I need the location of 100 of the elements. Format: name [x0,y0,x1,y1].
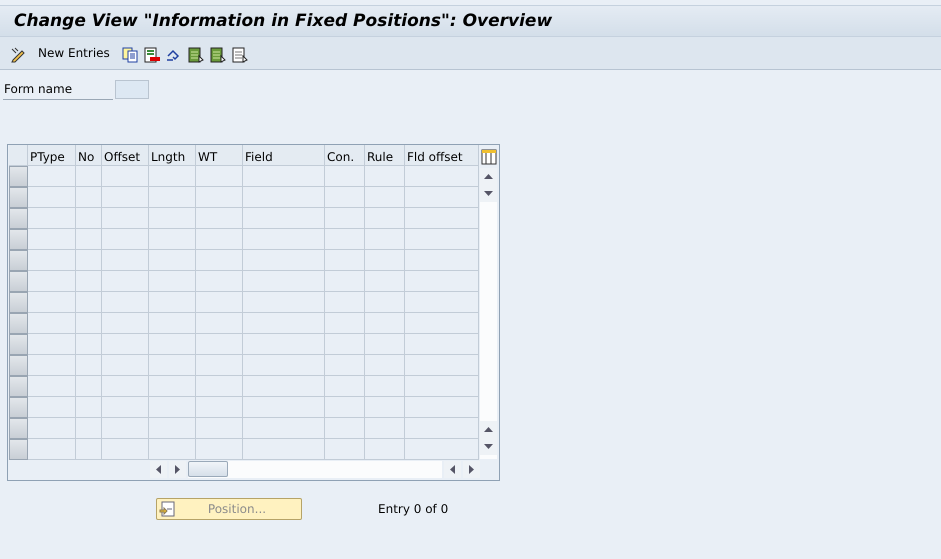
table-cell[interactable] [325,166,365,187]
row-selector[interactable] [9,292,28,313]
table-cell[interactable] [196,439,243,460]
table-cell[interactable] [76,397,102,418]
table-cell[interactable] [405,166,479,187]
table-cell[interactable] [196,376,243,397]
row-selector[interactable] [9,187,28,208]
table-cell[interactable] [365,418,405,439]
table-cell[interactable] [28,376,76,397]
table-cell[interactable] [243,355,325,376]
table-cell[interactable] [243,334,325,355]
row-selector[interactable] [9,250,28,271]
new-entries-button[interactable]: New Entries [38,44,110,62]
table-cell[interactable] [405,355,479,376]
scroll-up-icon[interactable] [480,168,497,185]
table-cell[interactable] [365,271,405,292]
table-cell[interactable] [28,355,76,376]
table-cell[interactable] [196,187,243,208]
table-cell[interactable] [28,229,76,250]
table-cell[interactable] [365,397,405,418]
table-cell[interactable] [405,271,479,292]
table-cell[interactable] [102,187,149,208]
table-cell[interactable] [405,187,479,208]
table-cell[interactable] [28,313,76,334]
table-cell[interactable] [243,397,325,418]
table-cell[interactable] [149,334,196,355]
deselect-all-icon[interactable] [232,45,248,61]
table-cell[interactable] [76,292,102,313]
table-cell[interactable] [405,250,479,271]
table-cell[interactable] [325,250,365,271]
table-cell[interactable] [365,355,405,376]
table-cell[interactable] [405,229,479,250]
table-cell[interactable] [102,313,149,334]
row-selector[interactable] [9,376,28,397]
table-cell[interactable] [28,418,76,439]
table-cell[interactable] [365,187,405,208]
scroll-up-icon[interactable] [480,421,497,438]
table-cell[interactable] [325,418,365,439]
table-cell[interactable] [325,439,365,460]
table-cell[interactable] [102,397,149,418]
table-cell[interactable] [325,313,365,334]
table-cell[interactable] [243,208,325,229]
table-cell[interactable] [196,292,243,313]
table-cell[interactable] [196,271,243,292]
table-cell[interactable] [243,229,325,250]
table-cell[interactable] [365,208,405,229]
select-block-icon[interactable] [210,45,226,61]
table-cell[interactable] [28,166,76,187]
pencil-icon[interactable] [10,45,26,61]
table-cell[interactable] [102,292,149,313]
table-cell[interactable] [28,271,76,292]
table-cell[interactable] [325,187,365,208]
table-cell[interactable] [243,376,325,397]
table-cell[interactable] [196,208,243,229]
table-cell[interactable] [196,397,243,418]
table-cell[interactable] [325,355,365,376]
table-cell[interactable] [102,439,149,460]
table-cell[interactable] [196,334,243,355]
table-cell[interactable] [149,439,196,460]
table-cell[interactable] [102,355,149,376]
row-selector[interactable] [9,166,28,187]
table-cell[interactable] [243,166,325,187]
table-cell[interactable] [149,313,196,334]
table-cell[interactable] [405,376,479,397]
table-cell[interactable] [76,250,102,271]
table-cell[interactable] [76,334,102,355]
table-cell[interactable] [149,397,196,418]
table-cell[interactable] [365,313,405,334]
table-cell[interactable] [149,271,196,292]
table-cell[interactable] [325,397,365,418]
table-cell[interactable] [365,292,405,313]
table-cell[interactable] [325,334,365,355]
table-cell[interactable] [325,229,365,250]
table-cell[interactable] [365,229,405,250]
table-cell[interactable] [102,376,149,397]
column-settings-icon[interactable] [481,147,497,163]
table-cell[interactable] [405,313,479,334]
row-selector[interactable] [9,313,28,334]
table-cell[interactable] [28,208,76,229]
scroll-left-icon[interactable] [150,461,167,478]
table-cell[interactable] [325,292,365,313]
table-cell[interactable] [76,208,102,229]
table-cell[interactable] [102,208,149,229]
table-cell[interactable] [365,376,405,397]
table-cell[interactable] [76,355,102,376]
table-cell[interactable] [365,334,405,355]
table-cell[interactable] [196,355,243,376]
table-cell[interactable] [405,292,479,313]
table-cell[interactable] [149,187,196,208]
table-cell[interactable] [102,250,149,271]
table-cell[interactable] [196,313,243,334]
row-selector[interactable] [9,355,28,376]
table-cell[interactable] [149,208,196,229]
delete-icon[interactable] [144,45,160,61]
table-cell[interactable] [196,250,243,271]
scroll-down-icon[interactable] [480,438,497,455]
table-cell[interactable] [76,313,102,334]
table-cell[interactable] [325,271,365,292]
table-cell[interactable] [76,376,102,397]
table-cell[interactable] [76,187,102,208]
